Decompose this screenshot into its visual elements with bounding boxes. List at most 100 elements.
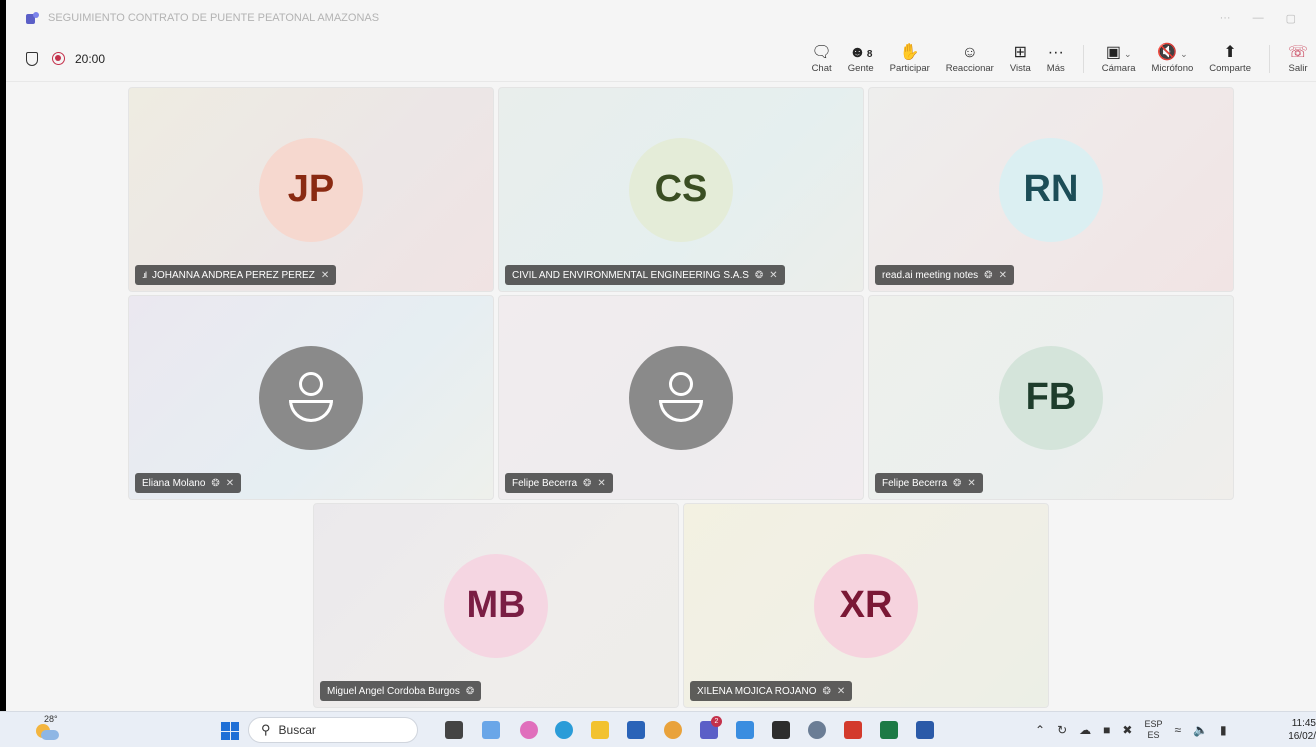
people-icon: ☻8 bbox=[849, 44, 873, 61]
file-explorer-icon[interactable] bbox=[591, 721, 609, 739]
cloud-sync-icon[interactable]: ☁ bbox=[1079, 723, 1091, 737]
external-user-icon: ❂ bbox=[465, 685, 475, 697]
hand-icon: ✋ bbox=[899, 44, 920, 61]
mic-options-chevron-icon[interactable]: ⌄ bbox=[1180, 49, 1188, 59]
speaker-muted-icon: 🔇 ⌄ bbox=[1157, 44, 1188, 61]
widgets-icon[interactable] bbox=[482, 721, 500, 739]
share-label: Comparte bbox=[1209, 63, 1251, 74]
raise-hand-button[interactable]: ✋ Participar bbox=[882, 36, 938, 81]
input-language[interactable]: ESP ES bbox=[1144, 719, 1162, 741]
microphone-label: Micrófono bbox=[1151, 63, 1194, 74]
raise-hand-label: Participar bbox=[889, 63, 930, 74]
sticky-notes-icon[interactable] bbox=[772, 721, 790, 739]
participant-avatar: XR bbox=[814, 553, 918, 658]
mic-muted-icon: ✕ bbox=[597, 477, 606, 489]
maximize-button[interactable]: ▢ bbox=[1286, 12, 1296, 25]
participant-name: Eliana Molano bbox=[142, 477, 206, 489]
participant-name-tag: read.ai meeting notes ❂ ✕ bbox=[875, 265, 1014, 285]
participant-name-tag: .ıl JOHANNA ANDREA PEREZ PEREZ ✕ bbox=[135, 265, 337, 285]
participant-tile[interactable]: CS CIVIL AND ENVIRONMENTAL ENGINEERING S.… bbox=[498, 87, 864, 292]
leave-button[interactable]: ☏ Salir bbox=[1280, 36, 1316, 81]
grid-view-icon: ⊞ bbox=[1013, 44, 1028, 61]
external-user-icon: ❂ bbox=[583, 477, 592, 489]
window-title: SEGUIMIENTO CONTRATO DE PUENTE PEATONAL … bbox=[48, 12, 380, 24]
chrome-icon[interactable] bbox=[664, 721, 682, 739]
leave-label: Salir bbox=[1288, 63, 1308, 74]
participant-tile[interactable]: JP .ıl JOHANNA ANDREA PEREZ PEREZ ✕ bbox=[128, 87, 494, 292]
taskbar-search[interactable]: ⚲ Buscar bbox=[248, 717, 418, 743]
language-bottom: ES bbox=[1147, 730, 1160, 740]
view-label: Vista bbox=[1009, 63, 1031, 74]
mic-muted-icon: ✕ bbox=[769, 269, 778, 281]
settings-gear-icon[interactable] bbox=[808, 721, 826, 739]
teams-taskbar-icon[interactable]: 2 bbox=[700, 716, 722, 739]
share-screen-icon: ⬆ bbox=[1223, 44, 1237, 61]
react-label: Reaccionar bbox=[945, 63, 994, 74]
search-icon: ⚲ bbox=[261, 722, 271, 737]
word-icon[interactable] bbox=[916, 721, 934, 739]
participant-name: CIVIL AND ENVIRONMENTAL ENGINEERING S.A.… bbox=[512, 269, 749, 281]
participant-tile[interactable]: XR XILENA MOJICA ROJANO ❂ ✕ bbox=[683, 503, 1049, 708]
view-button[interactable]: ⊞ Vista bbox=[1002, 36, 1039, 81]
person-avatar-icon bbox=[629, 345, 733, 450]
camera-button[interactable]: ▣ ⌄ Cámara bbox=[1094, 36, 1144, 81]
edge-browser-icon[interactable] bbox=[555, 721, 573, 739]
volume-muted-icon[interactable]: 🔈 bbox=[1193, 723, 1208, 737]
mic-muted-icon: ✕ bbox=[998, 269, 1007, 281]
participant-name: JOHANNA ANDREA PEREZ PEREZ bbox=[152, 269, 315, 281]
participant-tile[interactable]: RN read.ai meeting notes ❂ ✕ bbox=[868, 87, 1234, 292]
external-user-icon: ❂ bbox=[211, 477, 220, 489]
store-icon[interactable] bbox=[627, 721, 645, 739]
meeting-toolbar: 20:00 🗨 Chat ☻8 Gente ✋ Participar ☺ Rea… bbox=[6, 36, 1316, 82]
microphone-button[interactable]: 🔇 ⌄ Micrófono bbox=[1144, 36, 1202, 81]
external-user-icon: ❂ bbox=[953, 477, 962, 489]
teams-window: SEGUIMIENTO CONTRATO DE PUENTE PEATONAL … bbox=[0, 0, 1316, 711]
chevron-up-icon[interactable]: ⌃ bbox=[1035, 723, 1045, 737]
people-label: Gente bbox=[847, 63, 874, 74]
camera-options-chevron-icon[interactable]: ⌄ bbox=[1124, 49, 1132, 59]
more-button[interactable]: ··· Más bbox=[1039, 36, 1073, 81]
weather-widget[interactable]: 28° bbox=[36, 714, 60, 742]
mic-muted-icon: ✕ bbox=[320, 269, 330, 281]
participant-name-tag: Felipe Becerra ❂ ✕ bbox=[875, 473, 983, 493]
photos-icon[interactable] bbox=[736, 721, 754, 739]
chat-button[interactable]: 🗨 Chat bbox=[803, 36, 839, 81]
battery-icon[interactable]: ▮ bbox=[1220, 723, 1227, 737]
excel-icon[interactable] bbox=[880, 721, 898, 739]
people-button[interactable]: ☻8 Gente bbox=[840, 36, 882, 81]
external-user-icon: ❂ bbox=[822, 685, 831, 697]
more-window-options-button[interactable]: ··· bbox=[1220, 12, 1231, 25]
participant-tile[interactable]: MB Miguel Angel Cordoba Burgos ❂ bbox=[313, 503, 679, 708]
mic-muted-icon: ✕ bbox=[836, 685, 846, 697]
share-button[interactable]: ⬆ Comparte bbox=[1201, 36, 1259, 81]
chat-bubble-icon: 🗨 bbox=[811, 44, 832, 61]
wifi-icon[interactable]: ≈ bbox=[1174, 723, 1181, 737]
window-controls: ··· — ▢ bbox=[1220, 12, 1316, 25]
participant-name-tag: Felipe Becerra ❂ ✕ bbox=[505, 473, 613, 493]
hang-up-icon: ☏ bbox=[1287, 44, 1308, 61]
smiley-icon: ☺ bbox=[961, 44, 978, 61]
participant-tile[interactable]: Eliana Molano ❂ ✕ bbox=[128, 295, 494, 500]
participant-name-tag: Miguel Angel Cordoba Burgos ❂ bbox=[320, 681, 482, 701]
shield-icon[interactable] bbox=[26, 51, 38, 66]
meeting-controls: 🗨 Chat ☻8 Gente ✋ Participar ☺ Reacciona… bbox=[803, 36, 1316, 81]
mic-muted-tray-icon[interactable]: ✖ bbox=[1122, 723, 1132, 737]
participant-tile[interactable]: FB Felipe Becerra ❂ ✕ bbox=[868, 295, 1234, 500]
task-view-icon[interactable] bbox=[445, 721, 463, 739]
sync-icon[interactable]: ↻ bbox=[1057, 723, 1067, 737]
copilot-icon[interactable] bbox=[520, 721, 538, 739]
signal-bars-icon: .ıl bbox=[142, 270, 147, 280]
windows-taskbar: 28° ⚲ Buscar 2 ⌃ ↻ ☁ ■ ✖ ESP ES ≈ 🔈 ▮ 11… bbox=[0, 711, 1316, 747]
windows-start-icon[interactable] bbox=[221, 722, 239, 740]
taskbar-clock[interactable]: 11:45 16/02/ bbox=[1276, 717, 1316, 743]
external-user-icon: ❂ bbox=[984, 269, 993, 281]
participant-avatar: RN bbox=[999, 137, 1103, 242]
react-button[interactable]: ☺ Reaccionar bbox=[938, 36, 1002, 81]
chat-label: Chat bbox=[811, 63, 832, 74]
participant-tile[interactable]: Felipe Becerra ❂ ✕ bbox=[498, 295, 864, 500]
nvidia-icon[interactable]: ■ bbox=[1103, 723, 1110, 737]
minimize-button[interactable]: — bbox=[1253, 12, 1264, 25]
meeting-timer: 20:00 bbox=[75, 51, 106, 66]
system-tray: ⌃ ↻ ☁ ■ ✖ ESP ES ≈ 🔈 ▮ bbox=[1035, 712, 1227, 747]
acrobat-icon[interactable] bbox=[844, 721, 862, 739]
